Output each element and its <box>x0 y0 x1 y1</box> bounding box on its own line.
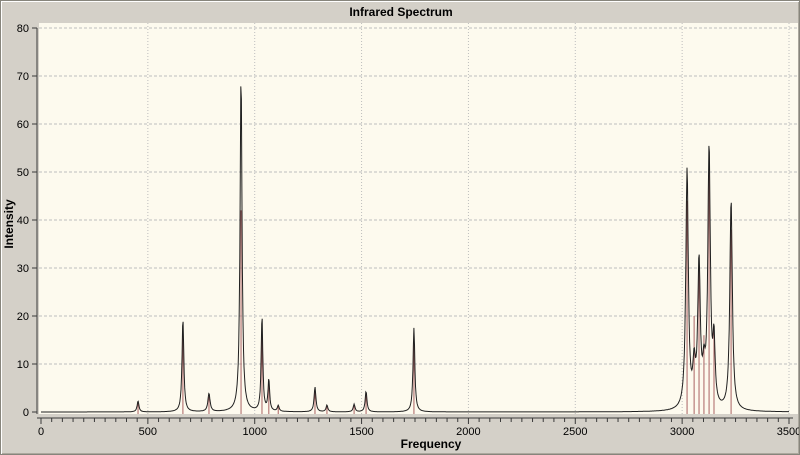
y-tick-label: 10 <box>17 359 29 371</box>
x-tick-label: 500 <box>139 426 157 438</box>
spectrum-plot-canvas: 010203040506070800 500 1000 1500 2000 2500 300… <box>17 23 800 438</box>
y-tick-label: 30 <box>17 263 29 275</box>
x-tick-label: 1000 <box>242 426 266 438</box>
x-tick-label: 3000 <box>670 426 694 438</box>
y-tick-label: 70 <box>17 71 29 83</box>
x-axis-label: Frequency <box>400 437 462 451</box>
y-tick-label: 60 <box>17 119 29 131</box>
x-tick-label: 2500 <box>563 426 587 438</box>
y-axis-label: Intensity <box>2 199 16 249</box>
spectrum-viewer-window: Infrared Spectrum 0 10 20 30 40 50 60 70 80 0 500 1… <box>0 0 800 455</box>
y-tick-label: 50 <box>17 167 29 179</box>
x-tick-label: 3500 <box>777 426 800 438</box>
y-tick-label: 80 <box>17 23 29 35</box>
y-tick-label: 0 <box>23 407 29 419</box>
x-tick-label: 0 <box>38 426 44 438</box>
y-tick-label: 20 <box>17 311 29 323</box>
x-tick-label: 1500 <box>349 426 373 438</box>
y-tick-label: 40 <box>17 215 29 227</box>
